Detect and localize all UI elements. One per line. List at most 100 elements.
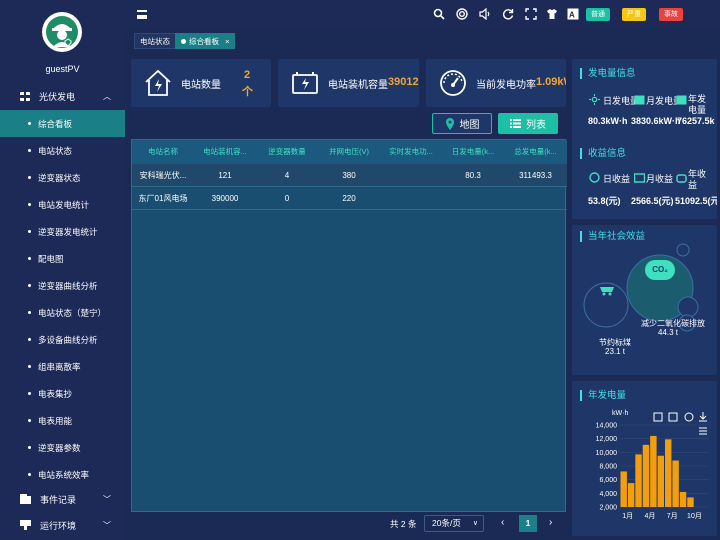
panel-title: 发电量信息	[580, 68, 636, 79]
sidebar-item-system-efficiency[interactable]: 电站系统效率	[0, 461, 125, 488]
sidebar-item-station-status-chuning[interactable]: 电站状态（楚宁）	[0, 299, 125, 326]
list-view-button[interactable]: 列表	[498, 113, 558, 134]
sidebar-item-multi-device-curve[interactable]: 多设备曲线分析	[0, 326, 125, 353]
social-benefit-panel: 当年社会效益 CO₂ 减少二氧化碳排放 44.3 t 节约标煤 23.1 t	[572, 225, 717, 375]
prev-page-icon[interactable]: ‹	[501, 517, 504, 528]
alarm-accident-badge[interactable]: 事故	[659, 8, 683, 21]
yearly-generation-chart: kW·h 14,000 12,000 10,000 8,000 6,000 4,000 2,0…	[596, 410, 709, 520]
column-header[interactable]: 总发电量(k...	[504, 140, 567, 164]
sidebar-item-string-dispersion[interactable]: 组串离散率	[0, 353, 125, 380]
bullet-icon	[28, 176, 31, 179]
table-cell: 380	[342, 171, 356, 180]
sidebar-item-label: 电表集抄	[38, 388, 73, 399]
alarm-normal-badge[interactable]: 普通	[586, 8, 610, 21]
map-view-button[interactable]: 地图	[432, 113, 492, 134]
stat-card-capacity: 电站装机容量 390121	[278, 59, 419, 107]
sidebar-item-dashboard[interactable]: 综合看板	[0, 110, 125, 137]
avatar[interactable]	[42, 12, 82, 52]
y-tick-label: 8,000	[599, 464, 617, 471]
menu-toggle-icon[interactable]	[137, 10, 147, 19]
bar-9月	[679, 491, 687, 507]
column-header[interactable]: 并网电压(V)	[318, 140, 380, 164]
stat-label: 电站数量	[181, 80, 221, 91]
table-cell: 80.3	[465, 171, 481, 180]
wallet-icon	[634, 173, 645, 183]
stat-value: 2	[244, 69, 251, 81]
sidebar-item-distribution-diagram[interactable]: 配电图	[0, 245, 125, 272]
stat-value: 1.09kW	[536, 76, 566, 88]
table-cell	[380, 187, 442, 209]
event-log-icon	[20, 494, 31, 504]
yearly-revenue-label: 年收益	[688, 169, 707, 190]
volume-icon[interactable]	[479, 7, 491, 21]
column-header[interactable]: 电站装机容...	[194, 140, 256, 164]
y-axis-unit-label: kW·h	[612, 410, 628, 417]
bullet-icon	[28, 473, 31, 476]
refresh-icon[interactable]	[502, 8, 514, 20]
yearly-revenue-value: 51092.5(元)	[675, 196, 717, 206]
column-header[interactable]: 实时发电功...	[380, 140, 442, 164]
sidebar-item-inverter-gen-stats[interactable]: 逆变器发电统计	[0, 218, 125, 245]
support-icon[interactable]	[456, 8, 468, 20]
map-view-label: 地图	[459, 120, 480, 131]
house-bolt-icon	[145, 69, 171, 96]
stat-label: 当前发电功率	[476, 80, 536, 91]
sidebar-item-label: 电表用能	[38, 415, 73, 426]
alarm-severe-badge[interactable]: 严重	[622, 8, 646, 21]
coal-value: 23.1 t	[605, 347, 626, 356]
sidebar-item-station-status[interactable]: 电站状态	[0, 137, 125, 164]
table-cell: 121	[218, 171, 232, 180]
sidebar-item-label: 逆变器状态	[38, 172, 81, 183]
menu-group-pv[interactable]: 光伏发电 ︿	[0, 84, 125, 108]
column-header[interactable]: 逆变器数量	[256, 140, 318, 164]
sidebar-item-station-gen-stats[interactable]: 电站发电统计	[0, 191, 125, 218]
battery-bolt-icon	[292, 72, 318, 94]
next-page-icon[interactable]: ›	[549, 517, 552, 528]
username: guestPV	[45, 64, 80, 74]
bullet-icon	[28, 284, 31, 287]
column-header[interactable]: 日发电量(k...	[442, 140, 504, 164]
calendar-month-icon	[634, 95, 645, 105]
money-bag-icon	[676, 174, 687, 183]
yearly-gen-value: 76257.5k	[677, 116, 715, 126]
font-size-icon[interactable]: A	[567, 8, 579, 20]
page-size-select[interactable]: 20条/页 ∨	[424, 515, 484, 532]
sidebar-item-inverter-curve[interactable]: 逆变器曲线分析	[0, 272, 125, 299]
table-row[interactable]: 安科瑞光伏... 121 4 380 80.3 311493.3	[132, 164, 567, 187]
search-icon[interactable]	[433, 8, 445, 20]
list-icon	[510, 119, 521, 128]
daily-revenue-label: 日收益	[603, 174, 631, 184]
sun-icon	[589, 94, 600, 105]
sidebar-item-label: 电站状态	[38, 145, 73, 156]
monthly-revenue-label: 月收益	[646, 174, 674, 184]
sidebar-item-inverter-status[interactable]: 逆变器状态	[0, 164, 125, 191]
bullet-icon	[28, 338, 31, 341]
map-pin-icon	[445, 117, 454, 130]
sidebar-item-inverter-params[interactable]: 逆变器参数	[0, 434, 125, 461]
theme-shirt-icon[interactable]	[546, 8, 558, 20]
close-icon[interactable]: ×	[225, 37, 229, 46]
calendar-year-icon	[676, 95, 687, 105]
table-cell: 东厂01风电场	[138, 194, 188, 203]
chevron-up-icon: ︿	[103, 91, 111, 101]
menu-section-label: 运行环境	[40, 520, 77, 531]
sidebar-item-label: 电站发电统计	[38, 199, 90, 210]
table-cell: 220	[342, 194, 356, 203]
page-number-current[interactable]: 1	[519, 515, 537, 532]
fullscreen-icon[interactable]	[525, 8, 537, 20]
menu-section-events[interactable]: 事件记录 ﹀	[0, 486, 125, 512]
tab-dashboard[interactable]: 综合看板 ×	[175, 33, 236, 49]
tab-station-status[interactable]: 电站状态	[134, 33, 176, 49]
bar-8月	[672, 460, 679, 507]
y-tick-label: 2,000	[599, 505, 617, 512]
sidebar-item-label: 综合看板	[38, 118, 73, 129]
menu-section-environment[interactable]: 运行环境 ﹀	[0, 512, 125, 538]
bar-5月	[650, 435, 657, 507]
bullet-icon	[28, 392, 31, 395]
energy-panel: 发电量信息 日发电量 月发电量 年发电量 80.3kW·h 3830.6kW·h…	[572, 59, 717, 219]
sidebar-item-meter-energy[interactable]: 电表用能	[0, 407, 125, 434]
column-header[interactable]: 电站名称	[132, 140, 194, 164]
sidebar-item-meter-reading[interactable]: 电表集抄	[0, 380, 125, 407]
table-row[interactable]: 东厂01风电场 390000 0 220	[132, 187, 567, 210]
bar-3月	[635, 454, 642, 507]
